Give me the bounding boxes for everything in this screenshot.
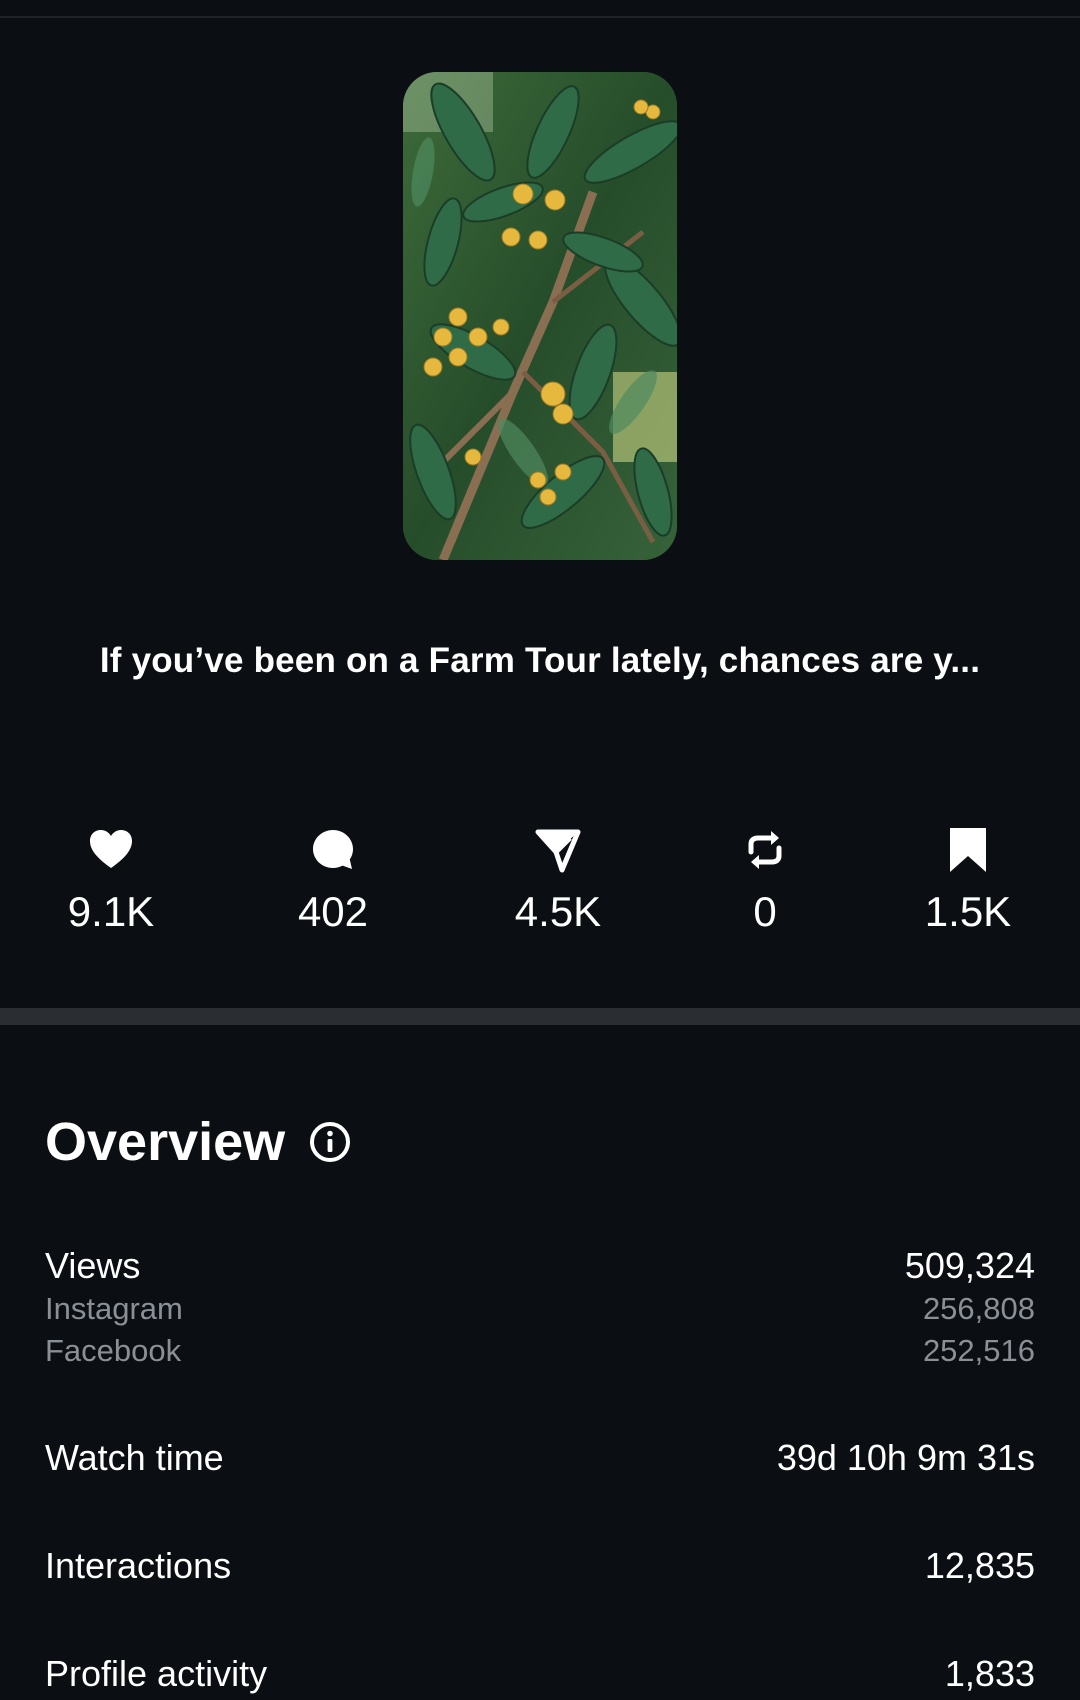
interactions-value: 12,835 xyxy=(924,1545,1035,1586)
profile-activity-value: 1,833 xyxy=(944,1653,1035,1694)
interactions-label: Interactions xyxy=(45,1545,232,1586)
profile-activity-row[interactable]: Profile activity 1,833 xyxy=(45,1652,1035,1696)
stat-saves: 1.5K xyxy=(878,826,1058,936)
comments-count: 402 xyxy=(297,888,369,935)
reposts-count: 0 xyxy=(753,888,777,935)
facebook-label: Facebook xyxy=(45,1333,182,1368)
watch-time-value: 39d 10h 9m 31s xyxy=(776,1437,1035,1478)
watch-time-row: Watch time 39d 10h 9m 31s xyxy=(45,1436,1035,1480)
stat-shares: 4.5K xyxy=(468,826,648,936)
post-caption: If you’ve been on a Farm Tour lately, ch… xyxy=(99,641,981,680)
instagram-value: 256,808 xyxy=(922,1291,1035,1326)
repost-icon xyxy=(748,831,782,869)
stat-likes: 9.1K xyxy=(21,826,201,936)
loquat-tree-photo xyxy=(403,72,677,560)
heart-icon xyxy=(90,830,132,868)
shares-count: 4.5K xyxy=(514,888,602,935)
engagement-stats: 9.1K 402 4.5K 0 1.5K xyxy=(0,826,1080,936)
instagram-label: Instagram xyxy=(45,1291,183,1326)
views-label: Views xyxy=(45,1245,141,1286)
stat-reposts: 0 xyxy=(675,826,855,936)
comment-icon xyxy=(313,830,353,869)
stat-comments: 402 xyxy=(243,826,423,936)
profile-activity-label: Profile activity xyxy=(45,1653,268,1694)
bookmark-icon xyxy=(950,828,986,872)
section-divider xyxy=(0,1008,1080,1025)
facebook-value: 252,516 xyxy=(922,1333,1035,1368)
post-thumbnail[interactable] xyxy=(403,72,677,560)
interactions-row[interactable]: Interactions 12,835 xyxy=(45,1544,1035,1588)
info-icon[interactable] xyxy=(309,1121,351,1163)
send-icon xyxy=(535,829,581,873)
views-value: 509,324 xyxy=(904,1245,1035,1286)
views-row: Views 509,324 Instagram 256,808 Facebook… xyxy=(45,1244,1035,1372)
overview-title: Overview xyxy=(45,1112,286,1172)
watch-time-label: Watch time xyxy=(45,1437,224,1478)
top-divider xyxy=(0,16,1080,18)
likes-count: 9.1K xyxy=(67,888,155,935)
overview-heading: Overview xyxy=(45,1110,351,1174)
saves-count: 1.5K xyxy=(924,888,1012,935)
